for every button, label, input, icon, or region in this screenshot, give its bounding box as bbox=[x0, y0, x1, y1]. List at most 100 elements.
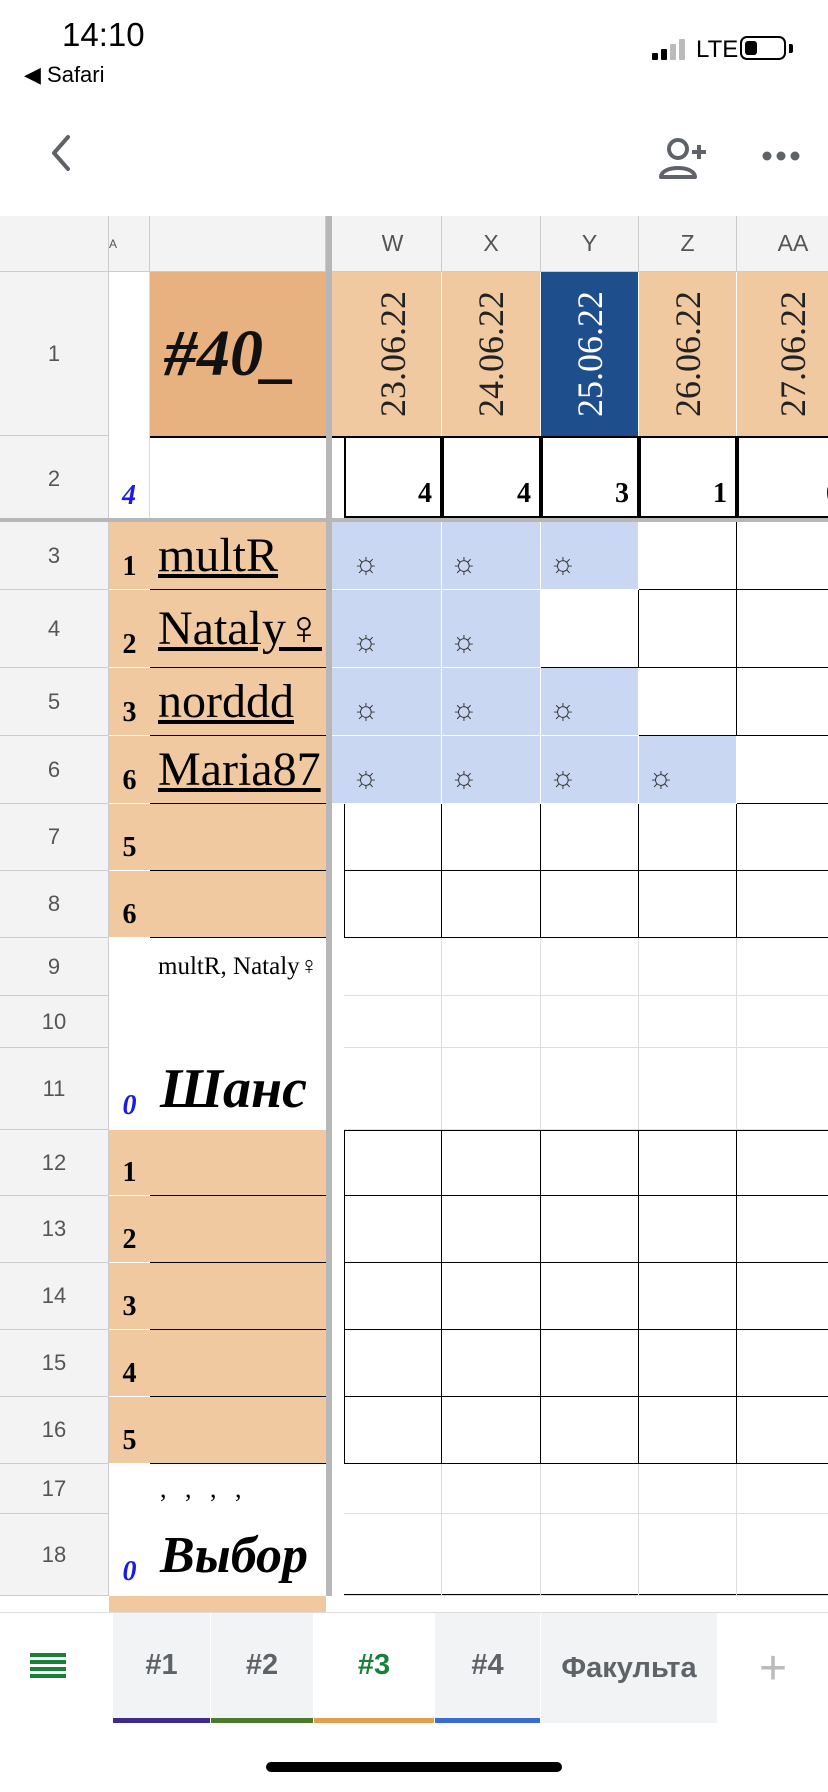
select-all-corner[interactable] bbox=[0, 216, 109, 272]
row-header-1[interactable]: 1 bbox=[0, 272, 109, 436]
day-cell[interactable] bbox=[344, 1330, 442, 1397]
day-cell[interactable] bbox=[737, 1196, 828, 1263]
day-cell[interactable] bbox=[639, 522, 737, 590]
day-cell[interactable]: ☼ bbox=[344, 736, 442, 804]
add-sheet-button[interactable]: + bbox=[718, 1613, 828, 1723]
empty-rank[interactable]: 6 bbox=[109, 871, 150, 938]
plain-cell[interactable] bbox=[541, 1048, 639, 1130]
plain-cell[interactable] bbox=[344, 1464, 442, 1514]
all-sheets-menu-icon[interactable] bbox=[28, 1649, 80, 1689]
add-person-icon[interactable] bbox=[656, 134, 712, 184]
sheet-tab-1[interactable]: #1 bbox=[113, 1613, 210, 1723]
plain-cell[interactable] bbox=[639, 996, 737, 1048]
day-cell[interactable]: ☼ bbox=[541, 522, 639, 590]
column-header-Z[interactable]: Z bbox=[639, 216, 737, 272]
plain-cell[interactable] bbox=[639, 1048, 737, 1130]
total-cell-0[interactable]: 4 bbox=[344, 436, 442, 518]
day-cell[interactable]: ☼ bbox=[344, 522, 442, 590]
day-cell[interactable] bbox=[442, 1130, 541, 1196]
row-header-14[interactable]: 14 bbox=[0, 1263, 109, 1330]
sheet-tab-faculty[interactable]: Факульта bbox=[541, 1613, 717, 1723]
plain-cell[interactable] bbox=[344, 1514, 442, 1596]
day-cell[interactable] bbox=[737, 736, 828, 804]
day-cell[interactable] bbox=[541, 1397, 639, 1464]
day-cell[interactable]: ☼ bbox=[442, 736, 541, 804]
day-cell[interactable]: ☼ bbox=[344, 668, 442, 736]
sheet-tab-2[interactable]: #2 bbox=[211, 1613, 313, 1723]
day-cell[interactable] bbox=[541, 1263, 639, 1330]
choice-title[interactable]: Выбор bbox=[150, 1514, 326, 1596]
plain-cell[interactable] bbox=[737, 938, 828, 996]
day-cell[interactable] bbox=[442, 1263, 541, 1330]
day-cell[interactable] bbox=[737, 1263, 828, 1330]
plain-cell[interactable] bbox=[541, 1464, 639, 1514]
summary-cell[interactable]: multR, Nataly♀ bbox=[150, 938, 326, 996]
date-cell-3[interactable]: 26.06.22 bbox=[639, 272, 737, 436]
player-name[interactable]: Nataly♀ bbox=[150, 590, 326, 668]
row-header-4[interactable]: 4 bbox=[0, 590, 109, 668]
cell-A1[interactable] bbox=[109, 272, 150, 436]
column-header[interactable] bbox=[150, 216, 326, 272]
day-cell[interactable] bbox=[541, 1130, 639, 1196]
day-cell[interactable] bbox=[541, 804, 639, 871]
day-cell[interactable] bbox=[344, 1263, 442, 1330]
day-cell[interactable] bbox=[541, 590, 639, 668]
plain-cell[interactable] bbox=[737, 996, 828, 1048]
chance-rank[interactable]: 4 bbox=[109, 1330, 150, 1397]
day-cell[interactable] bbox=[442, 1397, 541, 1464]
row-header-13[interactable]: 13 bbox=[0, 1196, 109, 1263]
day-cell[interactable] bbox=[639, 871, 737, 938]
player-name[interactable]: norddd bbox=[150, 668, 326, 736]
player-name[interactable]: multR bbox=[150, 522, 326, 590]
column-header-AA[interactable]: AA bbox=[737, 216, 828, 272]
row-header-10[interactable]: 10 bbox=[0, 996, 109, 1048]
column-header-Y[interactable]: Y bbox=[541, 216, 639, 272]
empty-rank[interactable]: 5 bbox=[109, 804, 150, 871]
day-cell[interactable] bbox=[541, 1196, 639, 1263]
day-cell[interactable] bbox=[541, 871, 639, 938]
day-cell[interactable] bbox=[344, 1397, 442, 1464]
total-cell-1[interactable]: 4 bbox=[442, 436, 541, 518]
day-cell[interactable] bbox=[344, 1130, 442, 1196]
cell-B2[interactable] bbox=[150, 436, 326, 518]
column-header-W[interactable]: W bbox=[344, 216, 442, 272]
plain-cell[interactable] bbox=[344, 996, 442, 1048]
chance-title[interactable]: Шанс bbox=[150, 1048, 326, 1130]
day-cell[interactable] bbox=[737, 522, 828, 590]
chance-rank[interactable]: 1 bbox=[109, 1130, 150, 1196]
plain-cell[interactable] bbox=[737, 1464, 828, 1514]
day-cell[interactable] bbox=[442, 871, 541, 938]
day-cell[interactable] bbox=[442, 1330, 541, 1397]
chance-rank[interactable]: 2 bbox=[109, 1196, 150, 1263]
day-cell[interactable] bbox=[442, 1196, 541, 1263]
day-cell[interactable] bbox=[442, 804, 541, 871]
day-cell[interactable] bbox=[737, 668, 828, 736]
back-to-safari-link[interactable]: ◀ Safari bbox=[24, 62, 105, 88]
more-icon[interactable] bbox=[756, 140, 806, 172]
commas-cell[interactable]: , , , , bbox=[150, 1464, 326, 1514]
chance-name-cell[interactable] bbox=[150, 1196, 326, 1263]
day-cell[interactable]: ☼ bbox=[541, 736, 639, 804]
row-header-12[interactable]: 12 bbox=[0, 1130, 109, 1196]
plain-cell[interactable] bbox=[639, 1464, 737, 1514]
empty-name-cell[interactable] bbox=[150, 871, 326, 938]
day-cell[interactable]: ☼ bbox=[541, 668, 639, 736]
player-name[interactable]: Maria87 bbox=[150, 736, 326, 804]
day-cell[interactable] bbox=[344, 1196, 442, 1263]
day-cell[interactable] bbox=[639, 1196, 737, 1263]
day-cell[interactable] bbox=[639, 668, 737, 736]
day-cell[interactable] bbox=[737, 1130, 828, 1196]
chance-rank[interactable]: 3 bbox=[109, 1263, 150, 1330]
row-header-15[interactable]: 15 bbox=[0, 1330, 109, 1397]
plain-cell[interactable] bbox=[541, 996, 639, 1048]
plain-cell[interactable] bbox=[344, 938, 442, 996]
row-header-6[interactable]: 6 bbox=[0, 736, 109, 804]
row-header-17[interactable]: 17 bbox=[0, 1464, 109, 1514]
total-cell-3[interactable]: 1 bbox=[639, 436, 737, 518]
plain-cell[interactable] bbox=[442, 1514, 541, 1596]
day-cell[interactable] bbox=[737, 871, 828, 938]
player-rank[interactable]: 6 bbox=[109, 736, 150, 804]
sheet-tab-4[interactable]: #4 bbox=[435, 1613, 540, 1723]
day-cell[interactable] bbox=[639, 1397, 737, 1464]
date-cell-1[interactable]: 24.06.22 bbox=[442, 272, 541, 436]
